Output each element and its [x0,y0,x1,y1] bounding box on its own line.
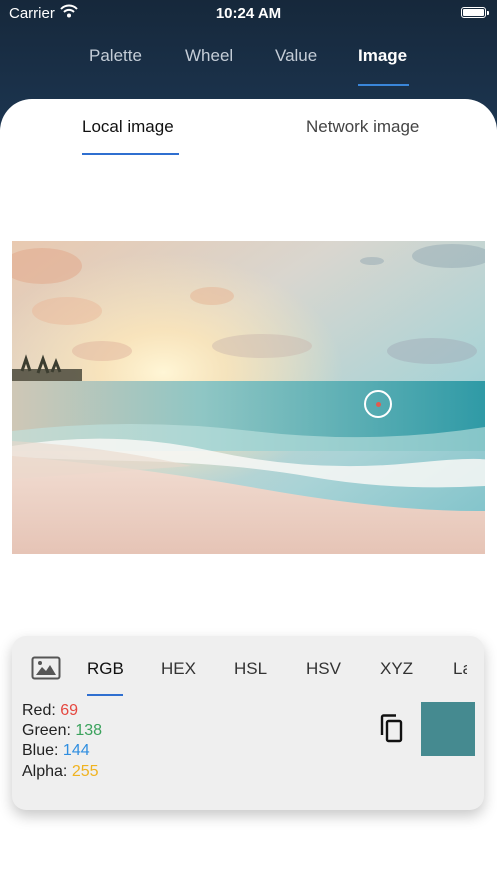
tab-local-image-indicator [82,153,179,155]
color-swatch [421,702,475,756]
tab-xyz[interactable]: XYZ [380,659,413,679]
tab-wheel[interactable]: Wheel [185,46,233,66]
tab-hsl[interactable]: HSL [234,659,267,679]
green-value: 138 [75,722,103,739]
tab-hsv[interactable]: HSV [306,659,341,679]
tab-lab-clip: La [450,655,467,683]
alpha-value: 255 [71,763,99,780]
tab-palette[interactable]: Palette [89,46,142,66]
tab-rgb[interactable]: RGB [87,659,124,679]
tab-network-image[interactable]: Network image [306,117,419,137]
alpha-channel: Alpha: 255 [22,763,99,781]
tab-value[interactable]: Value [275,46,317,66]
tab-local-image[interactable]: Local image [82,117,174,137]
battery-icon [461,7,489,18]
image-icon[interactable] [31,656,61,685]
green-channel: Green: 138 [22,722,102,740]
blue-channel: Blue: 144 [22,742,90,760]
alpha-label: Alpha: [22,763,68,780]
status-time: 10:24 AM [215,5,282,22]
tab-rgb-indicator [87,694,123,696]
blue-value: 144 [62,742,90,759]
red-label: Red: [22,702,56,719]
tab-image-indicator [358,84,409,86]
status-bar: Carrier 10:24 AM [0,0,497,26]
red-channel: Red: 69 [22,702,78,720]
tab-lab[interactable]: La [453,659,467,679]
tab-hex[interactable]: HEX [161,659,196,679]
copy-icon[interactable] [378,714,404,749]
red-value: 69 [60,702,79,719]
blue-label: Blue: [22,742,59,759]
color-picker-dot [376,402,381,407]
tab-image[interactable]: Image [358,46,407,66]
beach-photo[interactable] [12,241,485,554]
green-label: Green: [22,722,71,739]
